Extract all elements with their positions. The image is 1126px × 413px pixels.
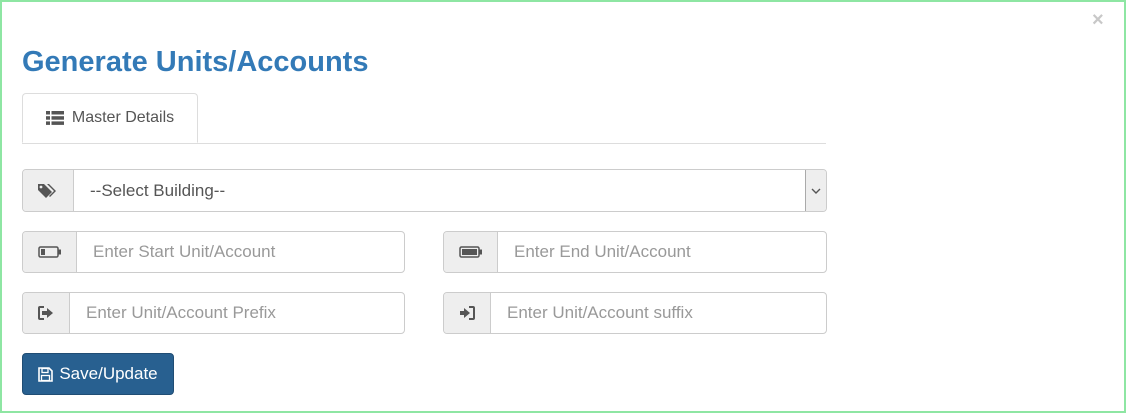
suffix-input[interactable]: Enter Unit/Account suffix: [491, 293, 826, 333]
save-update-label: Save/Update: [59, 364, 158, 383]
prefix-input[interactable]: Enter Unit/Account Prefix: [70, 293, 404, 333]
end-unit-input[interactable]: Enter End Unit/Account: [498, 232, 826, 272]
sign-in-icon: [444, 293, 491, 333]
end-unit-group: Enter End Unit/Account: [443, 231, 827, 273]
save-update-button[interactable]: Save/Update: [22, 353, 174, 395]
tab-master-details[interactable]: Master Details: [22, 93, 198, 143]
page-title: Generate Units/Accounts: [22, 46, 369, 78]
start-unit-group: Enter Start Unit/Account: [22, 231, 405, 273]
start-unit-input[interactable]: Enter Start Unit/Account: [77, 232, 404, 272]
chevron-down-icon[interactable]: [805, 170, 826, 211]
tab-bar-divider: [22, 143, 826, 144]
tags-icon: [23, 170, 74, 211]
close-icon[interactable]: ×: [1092, 10, 1104, 30]
building-select[interactable]: --Select Building--: [74, 170, 805, 211]
prefix-group: Enter Unit/Account Prefix: [22, 292, 405, 334]
suffix-group: Enter Unit/Account suffix: [443, 292, 827, 334]
modal-dialog: × Generate Units/Accounts Master Details…: [0, 0, 1126, 413]
floppy-disk-icon: [38, 366, 54, 382]
building-select-group: --Select Building--: [22, 169, 827, 212]
sign-out-icon: [23, 293, 70, 333]
list-icon: [45, 111, 64, 125]
battery-full-icon: [444, 232, 498, 272]
battery-low-icon: [23, 232, 77, 272]
tab-label: Master Details: [71, 109, 175, 126]
